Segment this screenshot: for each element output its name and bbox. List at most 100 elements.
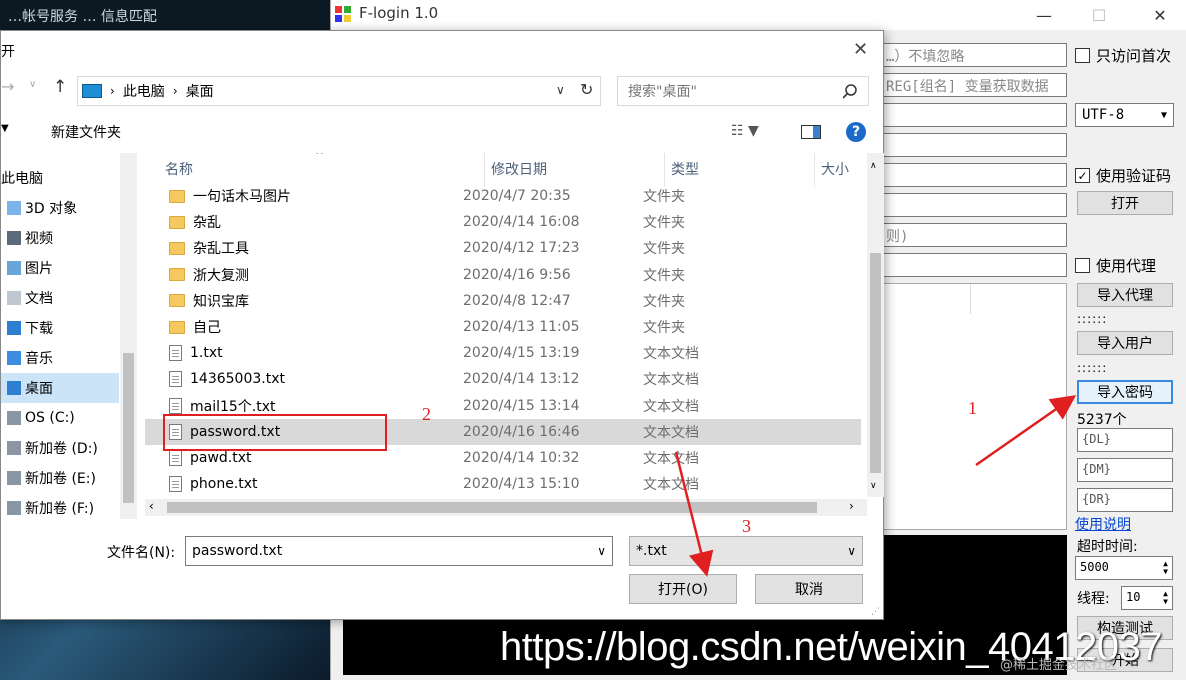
filter-value: *.txt xyxy=(636,543,667,559)
nav-desktop[interactable]: 桌面 xyxy=(1,373,119,403)
file-name: pawd.txt xyxy=(190,450,252,466)
file-name-cell: phone.txt xyxy=(145,476,463,493)
nav-scrollbar-thumb[interactable] xyxy=(123,353,134,503)
column-header-size[interactable]: 大小 xyxy=(815,153,863,187)
config-input-4[interactable] xyxy=(879,133,1067,157)
config-input-6[interactable] xyxy=(879,193,1067,217)
file-row[interactable]: 杂乱工具 2020/4/12 17:23 文件夹 xyxy=(145,235,861,261)
dialog-close-icon[interactable]: ✕ xyxy=(853,39,868,60)
file-date: 2020/4/16 16:46 xyxy=(463,423,580,440)
scroll-up-icon[interactable]: ∧ xyxy=(870,161,877,171)
scroll-right-icon[interactable]: › xyxy=(849,499,854,513)
scroll-down-icon[interactable]: ∨ xyxy=(870,481,877,491)
nav-3d-objects[interactable]: 3D 对象 xyxy=(1,193,77,223)
file-row[interactable]: phone.txt 2020/4/13 15:10 文本文档 xyxy=(145,471,861,497)
minimize-button[interactable]: — xyxy=(1021,0,1067,30)
captcha-open-button[interactable]: 打开 xyxy=(1077,191,1173,215)
file-row[interactable]: 一句话木马图片 2020/4/7 20:35 文件夹 xyxy=(145,183,861,209)
forward-arrow-icon[interactable]: → xyxy=(1,77,14,96)
computer-icon xyxy=(82,84,102,98)
file-date: 2020/4/14 16:08 xyxy=(463,214,580,231)
breadcrumb-separator-icon: › xyxy=(172,84,178,98)
file-list-hscrollbar[interactable]: ‹ › xyxy=(145,499,867,516)
nav-videos[interactable]: 视频 xyxy=(1,223,53,253)
maximize-button[interactable]: ☐ xyxy=(1076,0,1122,30)
nav-label: 图片 xyxy=(25,261,53,277)
view-options-icon[interactable]: ☷ ▼ xyxy=(731,123,759,139)
nav-drive-d[interactable]: 新加卷 (D:) xyxy=(1,433,98,463)
file-row[interactable]: 杂乱 2020/4/14 16:08 文件夹 xyxy=(145,209,861,235)
nav-downloads[interactable]: 下载 xyxy=(1,313,53,343)
use-proxy-checkbox[interactable]: 使用代理 xyxy=(1075,255,1156,276)
up-arrow-icon[interactable]: ↑ xyxy=(53,77,67,97)
nav-pictures[interactable]: 图片 xyxy=(1,253,53,283)
file-type: 文件夹 xyxy=(643,215,685,232)
config-input-8[interactable] xyxy=(879,253,1067,277)
file-type: 文本文档 xyxy=(643,477,699,494)
nav-drive-e[interactable]: 新加卷 (E:) xyxy=(1,463,96,493)
file-name: 一句话木马图片 xyxy=(193,189,291,205)
file-row[interactable]: 自己 2020/4/13 11:05 文件夹 xyxy=(145,314,861,340)
chevron-down-icon[interactable]: ∨ xyxy=(556,83,565,97)
resize-grip-icon[interactable]: ⋰ xyxy=(871,607,880,617)
config-input-5[interactable] xyxy=(879,163,1067,187)
new-folder-button[interactable]: 新建文件夹 xyxy=(51,122,121,142)
file-list-vscrollbar[interactable]: ∧ ∨ xyxy=(867,153,884,497)
cancel-button[interactable]: 取消 xyxy=(755,574,863,604)
config-input-7[interactable]: 则) xyxy=(879,223,1067,247)
hscroll-thumb[interactable] xyxy=(167,502,817,513)
search-box[interactable]: 搜索"桌面" xyxy=(617,76,869,106)
vscroll-thumb[interactable] xyxy=(870,253,881,473)
nav-documents[interactable]: 文档 xyxy=(1,283,53,313)
file-row[interactable]: 14365003.txt 2020/4/14 13:12 文本文档 xyxy=(145,366,861,392)
nav-this-pc[interactable]: 此电脑 xyxy=(1,163,43,193)
text-file-icon xyxy=(169,450,182,466)
nav-music[interactable]: 音乐 xyxy=(1,343,53,373)
organize-chevron-icon[interactable]: ▼ xyxy=(1,123,9,134)
close-button[interactable]: ✕ xyxy=(1137,0,1183,30)
file-name: 知识宝库 xyxy=(193,293,249,310)
nav-label: 音乐 xyxy=(25,351,53,367)
picture-icon xyxy=(7,261,21,275)
nav-scrollbar[interactable] xyxy=(120,153,137,519)
nav-drive-c[interactable]: OS (C:) xyxy=(1,403,75,433)
address-bar[interactable]: › 此电脑 › 桌面 ∨ ↻ xyxy=(77,76,601,106)
encoding-select[interactable]: UTF-8 ▼ xyxy=(1075,103,1174,127)
desktop-icon xyxy=(7,381,21,395)
import-password-button[interactable]: 导入密码 xyxy=(1077,380,1173,404)
checkbox-checked: ✓ xyxy=(1075,168,1090,183)
file-type-filter[interactable]: *.txt ∨ xyxy=(629,536,863,566)
file-row[interactable]: 1.txt 2020/4/15 13:19 文本文档 xyxy=(145,340,861,366)
timeout-stepper[interactable]: 5000 ▲ ▼ xyxy=(1075,556,1173,580)
help-icon[interactable]: ? xyxy=(846,122,866,142)
import-user-button[interactable]: 导入用户 xyxy=(1077,331,1173,355)
refresh-icon[interactable]: ↻ xyxy=(580,80,593,99)
column-header-type[interactable]: 类型 xyxy=(665,153,815,187)
nav-drive-f[interactable]: 新加卷 (F:) xyxy=(1,493,94,519)
breadcrumb-this-pc[interactable]: 此电脑 xyxy=(123,81,165,101)
breadcrumb-desktop[interactable]: 桌面 xyxy=(186,81,214,101)
dialog-title: 开 xyxy=(1,44,15,60)
preview-pane-icon[interactable] xyxy=(801,125,821,139)
file-name-cell: 杂乱 xyxy=(145,212,463,232)
open-button[interactable]: 打开(O) xyxy=(629,574,737,604)
threads-stepper[interactable]: 10 ▲ ▼ xyxy=(1121,586,1173,610)
dr-field[interactable]: {DR} xyxy=(1077,488,1173,512)
file-row[interactable]: 浙大复测 2020/4/16 9:56 文件夹 xyxy=(145,262,861,288)
config-input-2[interactable]: REG[组名] 变量获取数据 xyxy=(879,73,1067,97)
dl-field[interactable]: {DL} xyxy=(1077,428,1173,452)
use-captcha-checkbox[interactable]: ✓ 使用验证码 xyxy=(1075,165,1171,186)
filename-input[interactable]: password.txt ∨ xyxy=(185,536,613,566)
scroll-left-icon[interactable]: ‹ xyxy=(149,499,154,513)
only-first-checkbox[interactable]: 只访问首次 xyxy=(1075,45,1171,66)
file-date: 2020/4/13 15:10 xyxy=(463,476,580,493)
config-input-3[interactable] xyxy=(879,103,1067,127)
file-row[interactable]: 知识宝库 2020/4/8 12:47 文件夹 xyxy=(145,288,861,314)
import-proxy-button[interactable]: 导入代理 xyxy=(1077,283,1173,307)
chevron-down-icon[interactable]: ∨ xyxy=(597,544,606,558)
column-header-date[interactable]: 修改日期 xyxy=(485,153,665,187)
history-chevron-icon[interactable]: ∨ xyxy=(29,79,36,90)
config-input-1[interactable]: …）不填忽略 xyxy=(879,43,1067,67)
usage-link[interactable]: 使用说明 xyxy=(1075,514,1131,534)
dm-field[interactable]: {DM} xyxy=(1077,458,1173,482)
